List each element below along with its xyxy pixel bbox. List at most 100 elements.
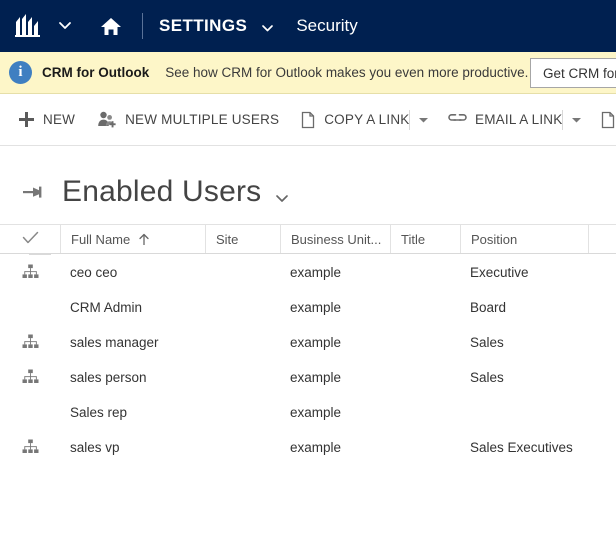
cell-site [205,360,280,395]
notification-bar: i CRM for Outlook See how CRM for Outloo… [0,52,616,94]
row-record-type-icon-cell[interactable] [0,430,60,465]
grid-body: ceo ceo example Executive CRM Admin exam… [0,255,616,465]
get-crm-for-outlook-label: Get CRM for Outlook [543,65,616,81]
copy-a-link-label: COPY A LINK [324,112,410,127]
column-header-position-label: Position [471,231,518,247]
cell-spacer [588,395,616,430]
cell-business-unit: example [290,300,342,315]
table-row[interactable]: sales manager example Sales [0,325,616,360]
cell-business-unit: example [290,265,342,280]
cell-position: Sales Executives [470,440,573,455]
add-users-icon [97,111,117,128]
cell-spacer [588,325,616,360]
users-grid: Full Name Site Business Unit... Title Po… [0,224,616,465]
copy-a-link-button[interactable]: COPY A LINK [301,94,409,145]
cell-title [390,255,460,290]
cell-full-name[interactable]: sales person [60,360,205,395]
cell-full-name[interactable]: Sales rep [60,395,205,430]
cell-spacer [588,255,616,290]
cell-title [390,430,460,465]
cell-position: Executive [470,265,529,280]
cell-site [205,255,280,290]
column-header-business-unit-label: Business Unit... [291,231,382,247]
cell-full-name[interactable]: sales vp [60,430,205,465]
cell-spacer [588,360,616,395]
row-record-type-icon-cell[interactable] [0,325,60,360]
top-navigation-bar: SETTINGS Security [0,0,616,52]
cell-position: Board [470,300,507,315]
info-icon: i [9,61,32,84]
cell-site [205,325,280,360]
chevron-down-icon[interactable] [56,17,74,35]
nav-module-label: SETTINGS [159,16,248,35]
link-icon [448,113,467,127]
cell-title [390,325,460,360]
select-all-header[interactable] [0,225,60,253]
home-icon[interactable] [98,13,124,39]
cell-position [460,395,588,430]
get-crm-for-outlook-button[interactable]: Get CRM for Outlook [530,58,616,88]
checkmark-icon [22,231,39,248]
column-header-spacer [588,225,616,253]
column-header-business-unit[interactable]: Business Unit... [280,225,390,253]
cell-business-unit: example [290,370,342,385]
row-record-type-icon-cell[interactable] [0,290,60,325]
email-a-link-caret-down-icon[interactable] [567,94,585,145]
column-header-site-label: Site [216,231,239,247]
org-hierarchy-icon [22,439,39,457]
cell-full-name[interactable]: CRM Admin [60,290,205,325]
cell-full-name[interactable]: ceo ceo [60,255,205,290]
email-a-link-label: EMAIL A LINK [475,112,563,127]
nav-divider [142,13,143,39]
nav-subarea-security[interactable]: Security [296,16,357,36]
cell-spacer [588,430,616,465]
cell-position: Sales [470,370,504,385]
cell-business-unit: example [290,405,342,420]
column-header-title-label: Title [401,231,426,247]
command-bar: NEW NEW MULTIPLE USERS COPY A LINK EMAIL… [0,94,616,146]
email-a-link-button[interactable]: EMAIL A LINK [448,94,562,145]
table-row[interactable]: ceo ceo example Executive [0,255,616,290]
cell-business-unit: example [290,440,342,455]
row-record-type-icon-cell[interactable] [0,255,60,290]
new-button-label: NEW [43,112,76,127]
table-row[interactable]: Sales rep example [0,395,616,430]
org-hierarchy-icon [22,369,39,387]
cell-site [205,430,280,465]
dynamics-crm-logo-icon[interactable] [14,13,44,39]
overflow-document-icon[interactable] [601,94,616,145]
view-header: Enabled Users [0,146,616,216]
table-row[interactable]: CRM Admin example Board [0,290,616,325]
info-icon-glyph: i [18,64,23,80]
cell-title [390,360,460,395]
arrow-up-icon [138,233,150,246]
column-header-title[interactable]: Title [390,225,460,253]
plus-icon [18,111,35,128]
notification-title: CRM for Outlook [42,65,150,80]
table-row[interactable]: sales vp example Sales Executives [0,430,616,465]
column-header-position[interactable]: Position [460,225,588,253]
grid-header-row: Full Name Site Business Unit... Title Po… [0,224,616,254]
row-record-type-icon-cell[interactable] [0,360,60,395]
document-icon [301,111,316,129]
row-record-type-icon-cell[interactable] [0,395,60,430]
nav-module-settings[interactable]: SETTINGS [159,16,274,36]
cell-business-unit: example [290,335,342,350]
cell-title [390,395,460,430]
new-multiple-users-button[interactable]: NEW MULTIPLE USERS [97,94,279,145]
cell-title [390,290,460,325]
chevron-down-icon[interactable] [261,24,274,33]
new-button[interactable]: NEW [18,94,75,145]
org-hierarchy-icon [22,334,39,352]
copy-a-link-caret-down-icon[interactable] [414,94,432,145]
table-row[interactable]: sales person example Sales [0,360,616,395]
view-selector-chevron-down-icon[interactable] [274,193,290,204]
org-hierarchy-icon [22,264,39,282]
cell-full-name[interactable]: sales manager [60,325,205,360]
new-multiple-users-label: NEW MULTIPLE USERS [125,112,280,127]
pin-icon[interactable] [22,181,46,203]
column-header-site[interactable]: Site [205,225,280,253]
column-header-full-name[interactable]: Full Name [60,225,205,253]
notification-message: See how CRM for Outlook makes you even m… [165,65,529,80]
command-divider [562,109,564,130]
